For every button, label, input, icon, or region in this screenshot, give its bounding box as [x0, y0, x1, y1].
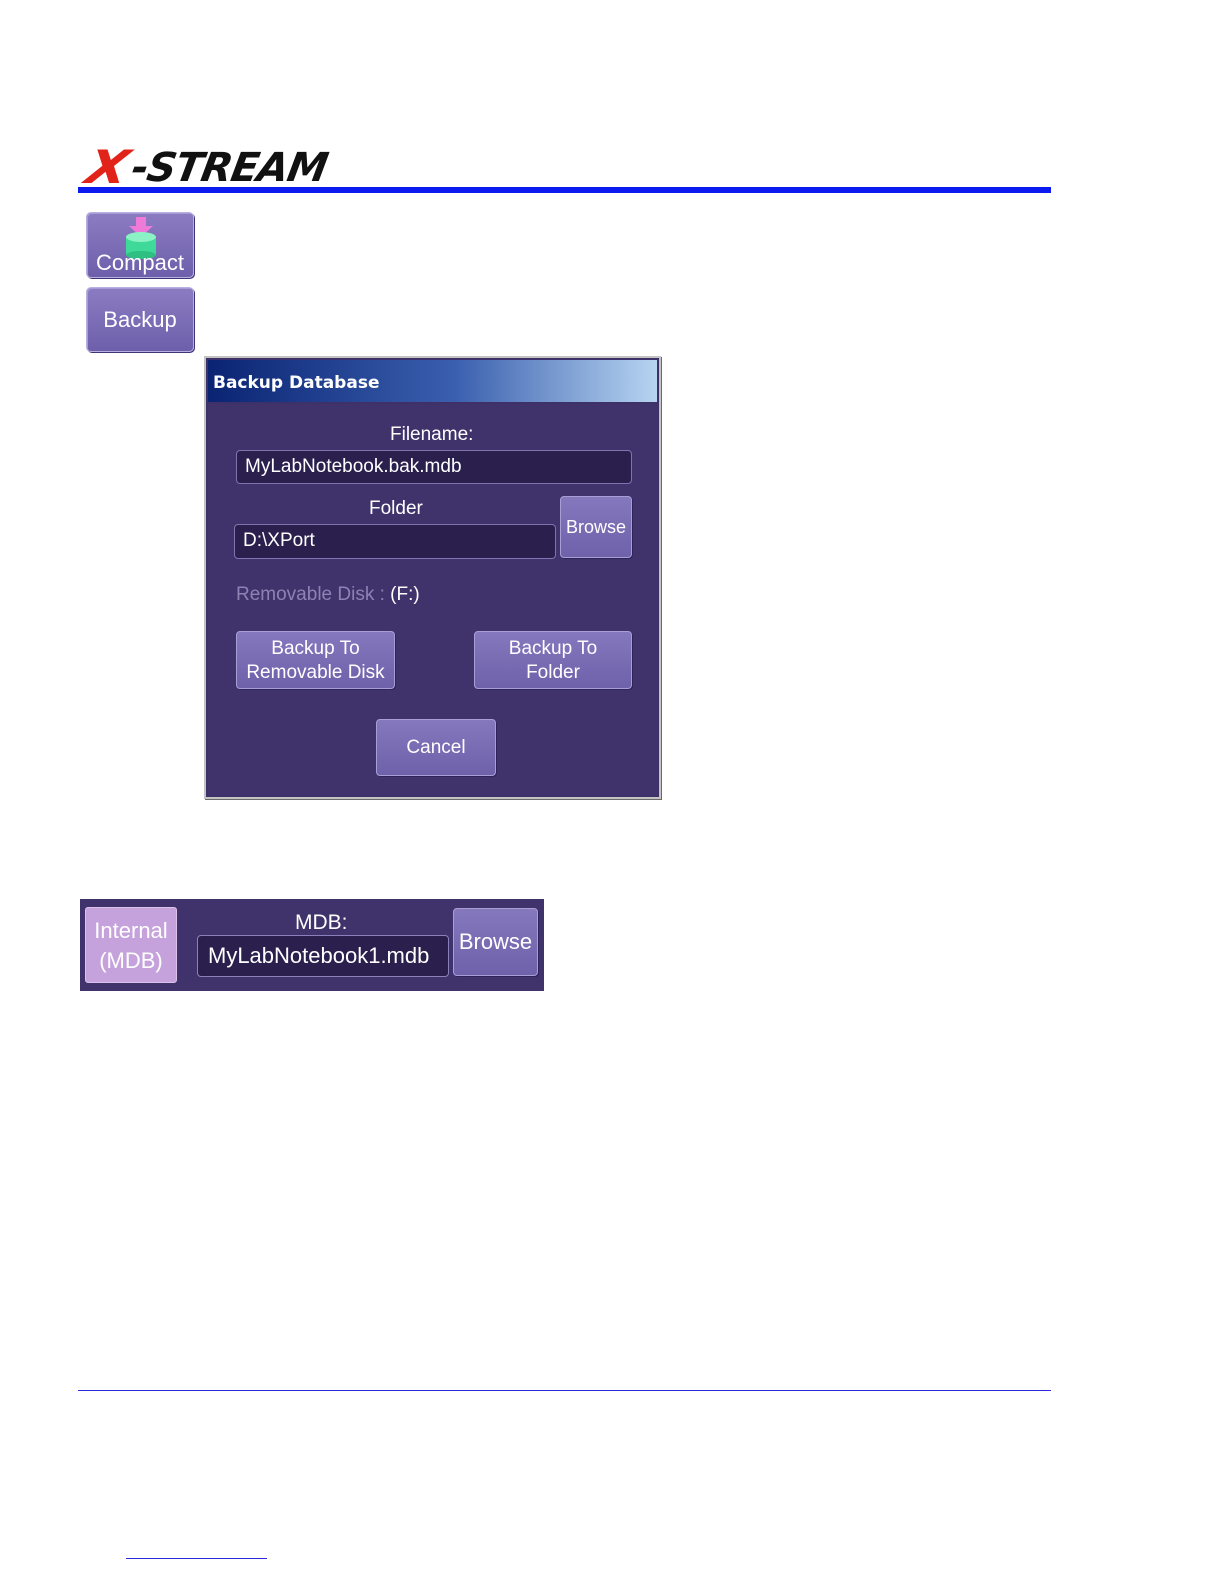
footnote-rule	[126, 1558, 267, 1559]
backup-button[interactable]: Backup	[86, 287, 194, 352]
xstream-logo: X -STREAM	[81, 140, 400, 194]
compact-button[interactable]: Compact	[86, 212, 194, 278]
browse-mdb-button[interactable]: Browse	[453, 908, 538, 976]
footer-rule	[78, 1390, 1051, 1391]
backup-database-dialog: Backup Database Filename: MyLabNotebook.…	[204, 356, 661, 799]
backup-to-folder-button[interactable]: Backup To Folder	[474, 631, 632, 689]
backup-to-removable-disk-button[interactable]: Backup To Removable Disk	[236, 631, 395, 689]
mdb-panel: Internal (MDB) MDB: MyLabNotebook1.mdb B…	[80, 899, 544, 991]
folder-label: Folder	[369, 498, 423, 519]
removable-disk-info: Removable Disk : (F:)	[236, 584, 420, 606]
internal-mdb-line2: (MDB)	[99, 948, 163, 973]
browse-folder-button[interactable]: Browse	[560, 496, 632, 558]
internal-mdb-button[interactable]: Internal (MDB)	[85, 907, 177, 983]
logo-text: -STREAM	[127, 145, 331, 191]
filename-field[interactable]: MyLabNotebook.bak.mdb	[236, 450, 632, 484]
removable-disk-value: (F:)	[390, 584, 420, 605]
dialog-title: Backup Database	[213, 373, 380, 393]
dialog-titlebar[interactable]: Backup Database	[208, 360, 657, 402]
cancel-button[interactable]: Cancel	[376, 719, 496, 776]
header-rule	[78, 187, 1051, 193]
filename-label: Filename:	[390, 424, 474, 445]
folder-field[interactable]: D:\XPort	[234, 524, 556, 559]
logo-x: X	[80, 140, 133, 194]
dialog-body: Filename: MyLabNotebook.bak.mdb Folder D…	[208, 404, 657, 795]
backup-to-removable-line1: Backup To	[271, 638, 360, 659]
backup-to-folder-line2: Folder	[526, 662, 580, 683]
internal-mdb-line1: Internal	[94, 918, 168, 943]
mdb-label: MDB:	[295, 911, 348, 934]
removable-disk-label: Removable Disk :	[236, 584, 385, 605]
backup-to-removable-line2: Removable Disk	[246, 662, 385, 683]
compact-label: Compact	[95, 250, 185, 275]
backup-to-folder-line1: Backup To	[508, 638, 598, 659]
mdb-file-field[interactable]: MyLabNotebook1.mdb	[197, 935, 449, 977]
